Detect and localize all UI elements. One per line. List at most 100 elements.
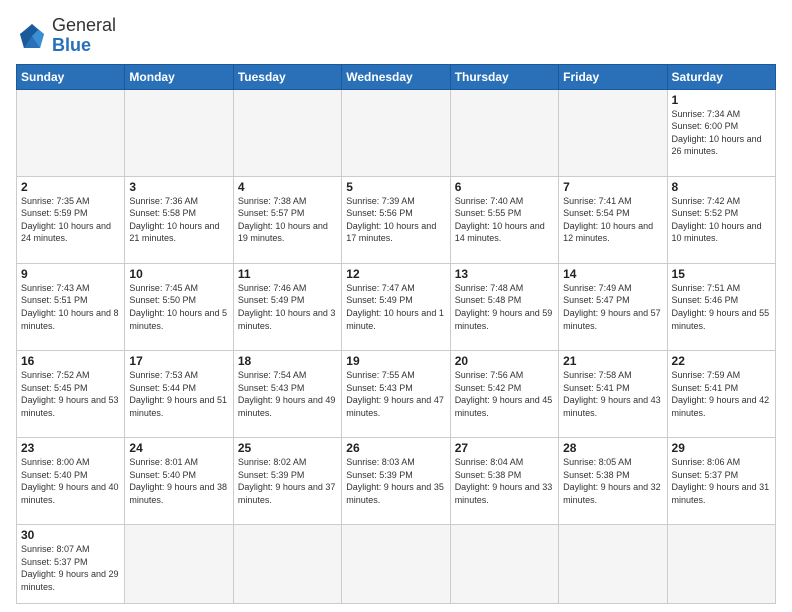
day-info: Sunrise: 8:01 AM Sunset: 5:40 PM Dayligh…: [129, 456, 228, 506]
calendar-cell: 1Sunrise: 7:34 AM Sunset: 6:00 PM Daylig…: [667, 89, 775, 176]
day-info: Sunrise: 7:48 AM Sunset: 5:48 PM Dayligh…: [455, 282, 554, 332]
day-info: Sunrise: 7:54 AM Sunset: 5:43 PM Dayligh…: [238, 369, 337, 419]
calendar-cell: 3Sunrise: 7:36 AM Sunset: 5:58 PM Daylig…: [125, 176, 233, 263]
calendar-cell: [450, 525, 558, 604]
calendar-cell: [559, 89, 667, 176]
calendar-cell: 7Sunrise: 7:41 AM Sunset: 5:54 PM Daylig…: [559, 176, 667, 263]
calendar-cell: 21Sunrise: 7:58 AM Sunset: 5:41 PM Dayli…: [559, 350, 667, 437]
calendar-cell: 10Sunrise: 7:45 AM Sunset: 5:50 PM Dayli…: [125, 263, 233, 350]
weekday-header: Thursday: [450, 64, 558, 89]
weekday-header: Wednesday: [342, 64, 450, 89]
day-info: Sunrise: 7:52 AM Sunset: 5:45 PM Dayligh…: [21, 369, 120, 419]
calendar-cell: 9Sunrise: 7:43 AM Sunset: 5:51 PM Daylig…: [17, 263, 125, 350]
calendar-cell: 27Sunrise: 8:04 AM Sunset: 5:38 PM Dayli…: [450, 438, 558, 525]
calendar-cell: 20Sunrise: 7:56 AM Sunset: 5:42 PM Dayli…: [450, 350, 558, 437]
calendar-cell: 24Sunrise: 8:01 AM Sunset: 5:40 PM Dayli…: [125, 438, 233, 525]
page: GeneralBlue SundayMondayTuesdayWednesday…: [0, 0, 792, 612]
day-info: Sunrise: 7:43 AM Sunset: 5:51 PM Dayligh…: [21, 282, 120, 332]
day-number: 15: [672, 267, 771, 281]
day-number: 22: [672, 354, 771, 368]
weekday-header: Monday: [125, 64, 233, 89]
day-number: 23: [21, 441, 120, 455]
day-number: 26: [346, 441, 445, 455]
day-info: Sunrise: 7:38 AM Sunset: 5:57 PM Dayligh…: [238, 195, 337, 245]
day-info: Sunrise: 8:04 AM Sunset: 5:38 PM Dayligh…: [455, 456, 554, 506]
day-number: 27: [455, 441, 554, 455]
logo-general: General: [52, 16, 116, 36]
day-number: 16: [21, 354, 120, 368]
day-number: 29: [672, 441, 771, 455]
day-info: Sunrise: 8:05 AM Sunset: 5:38 PM Dayligh…: [563, 456, 662, 506]
calendar-cell: 6Sunrise: 7:40 AM Sunset: 5:55 PM Daylig…: [450, 176, 558, 263]
calendar-cell: 29Sunrise: 8:06 AM Sunset: 5:37 PM Dayli…: [667, 438, 775, 525]
day-info: Sunrise: 7:56 AM Sunset: 5:42 PM Dayligh…: [455, 369, 554, 419]
day-number: 2: [21, 180, 120, 194]
calendar-cell: 2Sunrise: 7:35 AM Sunset: 5:59 PM Daylig…: [17, 176, 125, 263]
day-info: Sunrise: 7:34 AM Sunset: 6:00 PM Dayligh…: [672, 108, 771, 158]
calendar-cell: 22Sunrise: 7:59 AM Sunset: 5:41 PM Dayli…: [667, 350, 775, 437]
logo: GeneralBlue: [16, 16, 116, 56]
day-info: Sunrise: 7:46 AM Sunset: 5:49 PM Dayligh…: [238, 282, 337, 332]
calendar-cell: [17, 89, 125, 176]
day-info: Sunrise: 7:35 AM Sunset: 5:59 PM Dayligh…: [21, 195, 120, 245]
day-number: 14: [563, 267, 662, 281]
day-info: Sunrise: 7:53 AM Sunset: 5:44 PM Dayligh…: [129, 369, 228, 419]
day-number: 6: [455, 180, 554, 194]
weekday-header: Friday: [559, 64, 667, 89]
day-number: 24: [129, 441, 228, 455]
day-number: 10: [129, 267, 228, 281]
calendar-cell: 4Sunrise: 7:38 AM Sunset: 5:57 PM Daylig…: [233, 176, 341, 263]
calendar-cell: [125, 89, 233, 176]
day-info: Sunrise: 8:00 AM Sunset: 5:40 PM Dayligh…: [21, 456, 120, 506]
calendar-cell: 14Sunrise: 7:49 AM Sunset: 5:47 PM Dayli…: [559, 263, 667, 350]
day-number: 18: [238, 354, 337, 368]
logo-blue: Blue: [52, 36, 116, 56]
calendar-cell: 16Sunrise: 7:52 AM Sunset: 5:45 PM Dayli…: [17, 350, 125, 437]
day-info: Sunrise: 7:36 AM Sunset: 5:58 PM Dayligh…: [129, 195, 228, 245]
calendar-cell: 8Sunrise: 7:42 AM Sunset: 5:52 PM Daylig…: [667, 176, 775, 263]
day-info: Sunrise: 8:07 AM Sunset: 5:37 PM Dayligh…: [21, 543, 120, 593]
day-number: 7: [563, 180, 662, 194]
day-number: 11: [238, 267, 337, 281]
day-number: 28: [563, 441, 662, 455]
day-info: Sunrise: 8:03 AM Sunset: 5:39 PM Dayligh…: [346, 456, 445, 506]
day-info: Sunrise: 7:55 AM Sunset: 5:43 PM Dayligh…: [346, 369, 445, 419]
calendar-cell: 11Sunrise: 7:46 AM Sunset: 5:49 PM Dayli…: [233, 263, 341, 350]
day-number: 1: [672, 93, 771, 107]
calendar-cell: [342, 89, 450, 176]
day-info: Sunrise: 7:58 AM Sunset: 5:41 PM Dayligh…: [563, 369, 662, 419]
day-number: 21: [563, 354, 662, 368]
day-number: 3: [129, 180, 228, 194]
calendar-cell: 18Sunrise: 7:54 AM Sunset: 5:43 PM Dayli…: [233, 350, 341, 437]
day-info: Sunrise: 7:47 AM Sunset: 5:49 PM Dayligh…: [346, 282, 445, 332]
header: GeneralBlue: [16, 16, 776, 56]
day-info: Sunrise: 7:51 AM Sunset: 5:46 PM Dayligh…: [672, 282, 771, 332]
weekday-header: Saturday: [667, 64, 775, 89]
calendar-cell: [233, 525, 341, 604]
day-number: 5: [346, 180, 445, 194]
day-number: 4: [238, 180, 337, 194]
day-number: 30: [21, 528, 120, 542]
calendar-cell: 25Sunrise: 8:02 AM Sunset: 5:39 PM Dayli…: [233, 438, 341, 525]
calendar-cell: [125, 525, 233, 604]
calendar-cell: 17Sunrise: 7:53 AM Sunset: 5:44 PM Dayli…: [125, 350, 233, 437]
day-number: 17: [129, 354, 228, 368]
day-info: Sunrise: 7:41 AM Sunset: 5:54 PM Dayligh…: [563, 195, 662, 245]
day-info: Sunrise: 7:49 AM Sunset: 5:47 PM Dayligh…: [563, 282, 662, 332]
calendar-cell: [559, 525, 667, 604]
day-number: 8: [672, 180, 771, 194]
calendar-cell: 28Sunrise: 8:05 AM Sunset: 5:38 PM Dayli…: [559, 438, 667, 525]
day-number: 13: [455, 267, 554, 281]
calendar-cell: [450, 89, 558, 176]
calendar-cell: [342, 525, 450, 604]
calendar-cell: [667, 525, 775, 604]
calendar-cell: 23Sunrise: 8:00 AM Sunset: 5:40 PM Dayli…: [17, 438, 125, 525]
weekday-header: Tuesday: [233, 64, 341, 89]
logo-icon: [16, 20, 48, 52]
day-number: 9: [21, 267, 120, 281]
calendar: SundayMondayTuesdayWednesdayThursdayFrid…: [16, 64, 776, 604]
day-info: Sunrise: 7:45 AM Sunset: 5:50 PM Dayligh…: [129, 282, 228, 332]
logo-text: GeneralBlue: [52, 16, 116, 56]
day-info: Sunrise: 7:40 AM Sunset: 5:55 PM Dayligh…: [455, 195, 554, 245]
calendar-cell: 26Sunrise: 8:03 AM Sunset: 5:39 PM Dayli…: [342, 438, 450, 525]
